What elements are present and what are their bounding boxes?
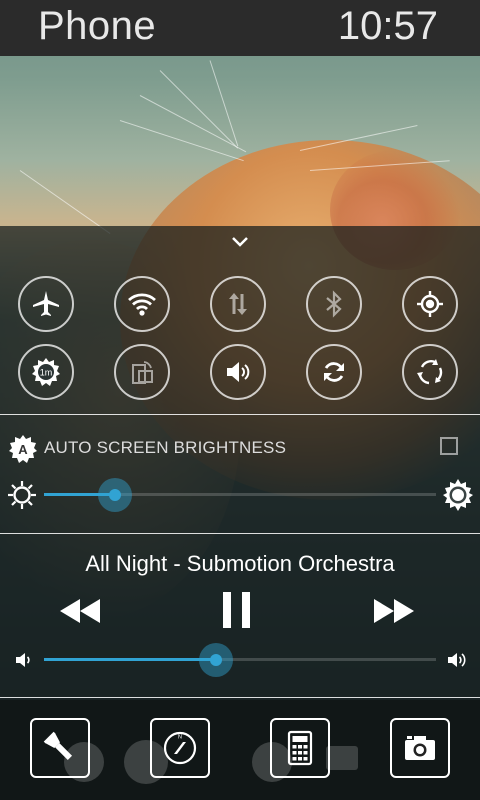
volume-fill — [44, 658, 217, 661]
auto-badge: A — [18, 442, 28, 457]
calculator-button[interactable] — [270, 718, 330, 778]
compass-button[interactable]: N — [150, 718, 210, 778]
airplane-mode-toggle[interactable] — [18, 276, 74, 332]
flashlight-button[interactable] — [30, 718, 90, 778]
bluetooth-toggle[interactable] — [306, 276, 362, 332]
mobile-data-toggle[interactable] — [210, 276, 266, 332]
status-clock: 10:57 — [337, 4, 438, 48]
app-title: Phone — [38, 4, 157, 48]
volume-low-icon — [16, 653, 30, 667]
now-playing-title: All Night - Submotion Orchestra — [85, 551, 395, 576]
compass-icon: N — [163, 731, 197, 765]
auto-rotate-toggle[interactable] — [402, 344, 458, 400]
rotate-lock-icon — [132, 361, 153, 384]
pause-button[interactable] — [220, 590, 254, 630]
gps-icon — [417, 291, 443, 317]
collapse-chevron-icon[interactable] — [228, 230, 252, 252]
rewind-button[interactable] — [58, 596, 102, 626]
brightness-low-icon — [8, 481, 36, 509]
divider — [0, 697, 480, 698]
sync-toggle[interactable] — [306, 344, 362, 400]
brightness-slider-thumb[interactable] — [97, 478, 132, 512]
data-arrows-icon — [229, 293, 247, 315]
wifi-icon — [128, 293, 156, 316]
camera-button[interactable] — [390, 718, 450, 778]
calculator-icon — [287, 730, 313, 766]
timeout-sun-icon: 1m — [32, 358, 60, 386]
speaker-icon — [227, 362, 250, 382]
status-bar: Phone 10:57 — [0, 0, 480, 56]
auto-brightness-icon: A — [9, 435, 37, 463]
wifi-toggle[interactable] — [114, 276, 170, 332]
divider — [0, 414, 480, 415]
volume-high-icon — [448, 653, 466, 667]
screen-timeout-toggle[interactable]: 1m — [18, 344, 74, 400]
timeout-badge: 1m — [40, 368, 53, 378]
brightness-high-icon — [443, 479, 473, 511]
auto-brightness-label: AUTO SCREEN BRIGHTNESS — [44, 438, 287, 457]
fast-forward-button[interactable] — [372, 596, 416, 626]
sync-icon — [324, 362, 344, 382]
svg-text:N: N — [178, 735, 182, 741]
rotate-lock-toggle[interactable] — [114, 344, 170, 400]
location-toggle[interactable] — [402, 276, 458, 332]
sound-toggle[interactable] — [210, 344, 266, 400]
auto-brightness-checkbox[interactable] — [440, 437, 458, 455]
camera-icon — [405, 736, 435, 760]
bluetooth-icon — [326, 290, 342, 318]
divider — [0, 533, 480, 534]
airplane-icon — [33, 291, 59, 316]
flashlight-icon — [43, 731, 73, 761]
auto-rotate-icon — [417, 359, 443, 385]
